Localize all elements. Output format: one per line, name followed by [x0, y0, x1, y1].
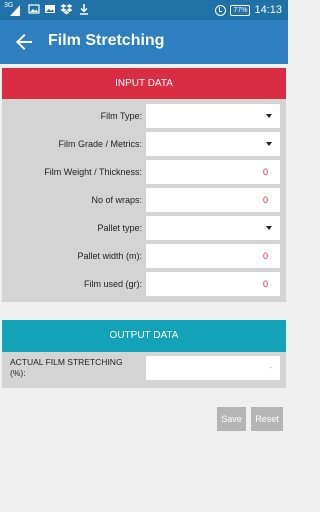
dropbox-icon [60, 3, 73, 19]
output-data-header: OUTPUT DATA [2, 320, 286, 352]
output-data-card: OUTPUT DATA ACTUAL FILM STRETCHING (%): … [2, 320, 286, 388]
film-type-row: Film Type: [2, 104, 286, 128]
film-weight-label: Film Weight / Thickness: [44, 167, 142, 177]
wraps-input[interactable]: 0 [146, 188, 280, 212]
film-weight-value: 0 [262, 167, 268, 177]
save-button[interactable]: Save [217, 407, 246, 431]
reset-button[interactable]: Reset [251, 407, 283, 431]
pallet-type-label: Pallet type: [97, 223, 142, 233]
status-bar: 3G 77% 14:13 [0, 0, 288, 20]
film-stretching-row: ACTUAL FILM STRETCHING (%): - [2, 352, 286, 388]
pallet-width-input[interactable]: 0 [146, 244, 280, 268]
dropdown-caret-icon [266, 142, 272, 146]
film-stretching-output: - [146, 356, 280, 380]
film-weight-input[interactable]: 0 [146, 160, 280, 184]
wraps-value: 0 [262, 195, 268, 205]
image-icon [28, 3, 40, 19]
film-used-input[interactable]: 0 [146, 272, 280, 296]
film-weight-row: Film Weight / Thickness: 0 [2, 160, 286, 184]
arrow-left-icon[interactable] [12, 30, 36, 54]
battery-icon: 77% [230, 4, 251, 16]
film-grade-select[interactable] [146, 132, 280, 156]
image-icon [44, 3, 56, 19]
pallet-width-row: Pallet width (m): 0 [2, 244, 286, 268]
film-stretching-label: ACTUAL FILM STRETCHING (%): [10, 357, 123, 378]
app-bar: Film Stretching [0, 20, 288, 64]
dropdown-caret-icon [266, 226, 272, 230]
film-grade-label: Film Grade / Metrics: [58, 139, 142, 149]
film-used-value: 0 [262, 279, 268, 289]
pallet-type-row: Pallet type: [2, 216, 286, 240]
download-icon [78, 3, 90, 19]
wraps-label: No of wraps: [91, 195, 142, 205]
page-title: Film Stretching [48, 32, 165, 49]
alarm-icon [215, 4, 227, 16]
dropdown-caret-icon [266, 114, 272, 118]
input-data-header: INPUT DATA [2, 68, 286, 99]
film-used-label: Film used (gr): [83, 279, 142, 289]
pallet-width-value: 0 [262, 251, 268, 261]
wraps-row: No of wraps: 0 [2, 188, 286, 212]
film-grade-row: Film Grade / Metrics: [2, 132, 286, 156]
film-type-label: Film Type: [100, 111, 142, 121]
film-used-row: Film used (gr): 0 [2, 272, 286, 296]
status-right: 77% 14:13 [215, 2, 282, 18]
pallet-type-select[interactable] [146, 216, 280, 240]
pallet-width-label: Pallet width (m): [77, 251, 142, 261]
film-stretching-value: - [269, 363, 272, 372]
signal-icon [10, 5, 20, 16]
input-data-card: INPUT DATA Film Type: Film Grade / Metri… [2, 68, 286, 302]
film-type-select[interactable] [146, 104, 280, 128]
status-time: 14:13 [254, 4, 282, 16]
